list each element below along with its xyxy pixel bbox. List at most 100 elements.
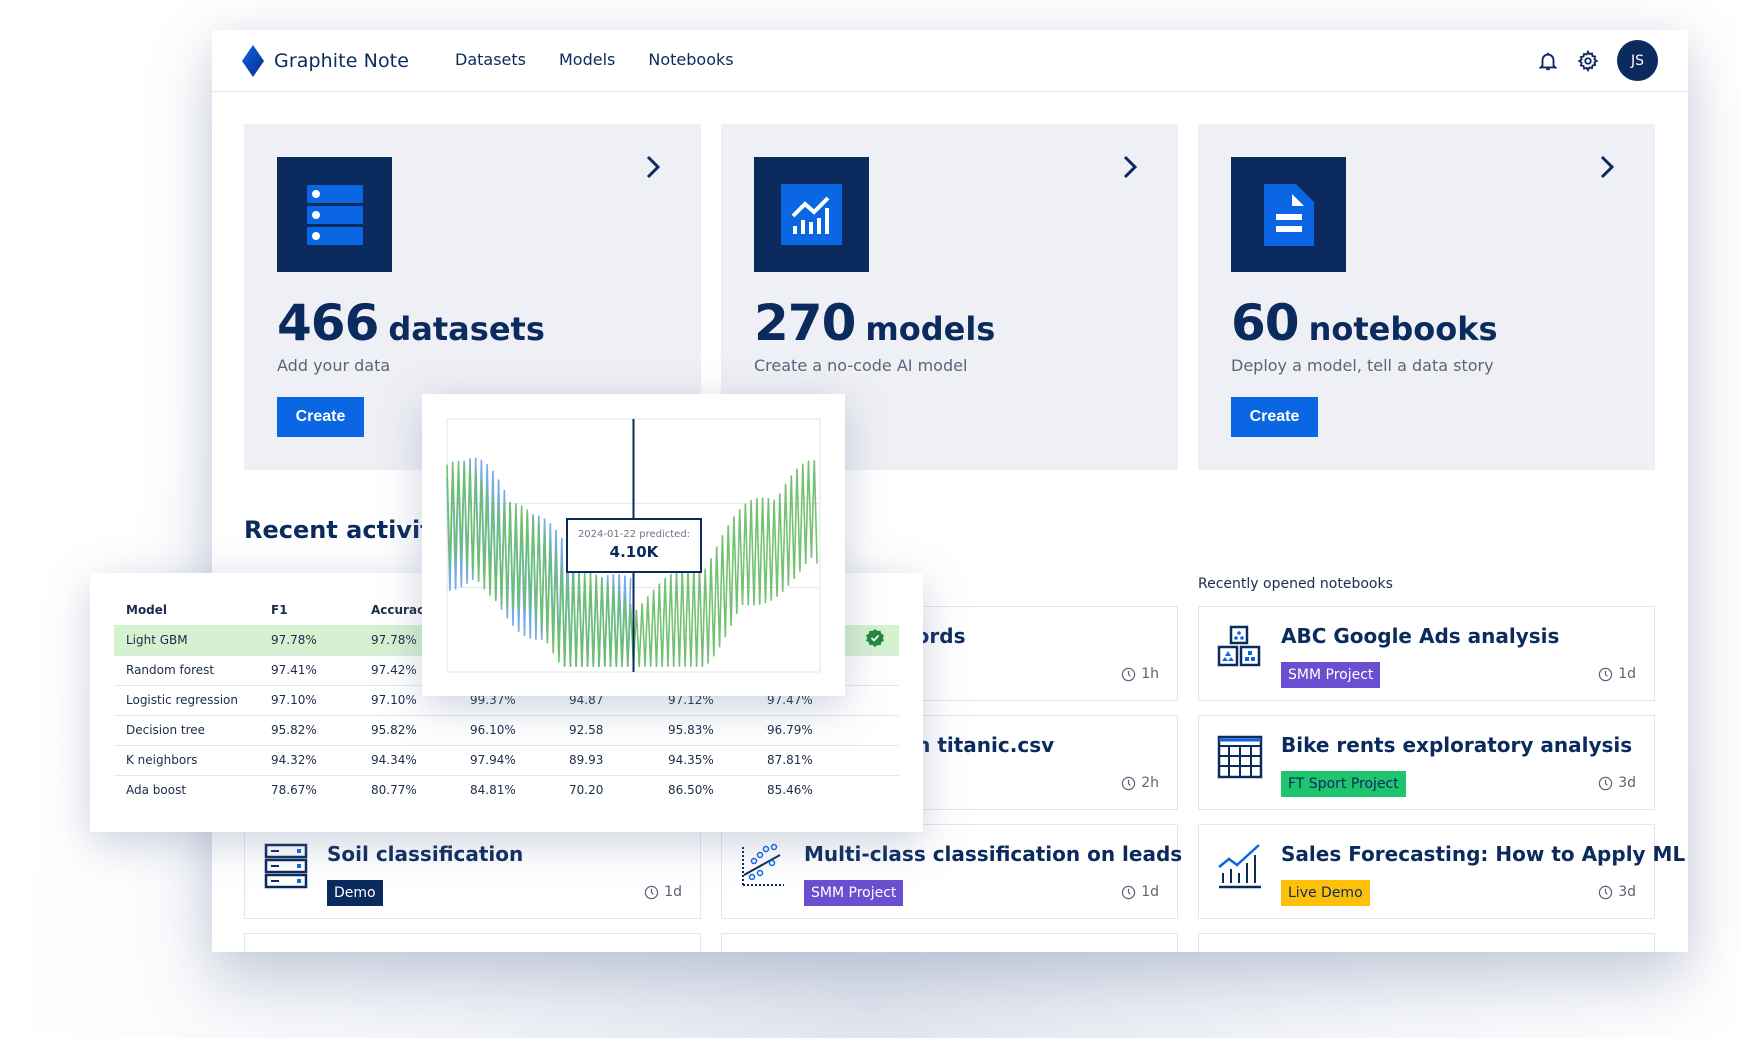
card-subtitle: Add your data <box>277 356 391 375</box>
card-subtitle: Deploy a model, tell a data story <box>1231 356 1494 375</box>
list-item[interactable] <box>1198 933 1655 952</box>
list-item[interactable]: Soil classification Demo 1d <box>244 824 701 919</box>
notebooks-card[interactable]: 60 notebooks Deploy a model, tell a data… <box>1198 124 1655 470</box>
metric-cell: 97.78% <box>259 625 359 655</box>
clock-icon <box>1599 885 1613 899</box>
count-unit: datasets <box>388 310 545 348</box>
notebooks-icon-box <box>1231 157 1346 272</box>
project-tag[interactable]: Live Demo <box>1281 880 1370 906</box>
metric-cell: 97.41% <box>259 654 359 685</box>
metric-cell: 89.93 <box>557 744 656 775</box>
clock-icon <box>1599 667 1613 681</box>
nav-notebooks[interactable]: Notebooks <box>648 50 733 69</box>
list-item[interactable] <box>244 933 701 952</box>
logo[interactable]: Graphite Note <box>242 45 409 77</box>
growth-bars-icon <box>1218 844 1261 889</box>
item-title: Soil classification <box>327 842 524 866</box>
status-cell <box>854 654 899 685</box>
card-subtitle: Create a no-code AI model <box>754 356 968 375</box>
datasets-count: 466 datasets <box>277 294 545 352</box>
metric-cell: 84.81% <box>458 774 557 805</box>
clock-icon <box>1122 776 1136 790</box>
server-icon <box>264 843 308 889</box>
clock-icon <box>1122 885 1136 899</box>
item-time: 1h <box>1121 666 1159 682</box>
gear-icon[interactable] <box>1577 49 1599 72</box>
create-notebook-button[interactable]: Create <box>1231 397 1318 437</box>
metric-cell: 80.77% <box>359 774 458 805</box>
header-model[interactable]: Model <box>114 595 259 625</box>
tooltip-value: 4.10K <box>609 543 659 561</box>
chevron-right-icon[interactable] <box>1597 154 1617 180</box>
chevron-right-icon[interactable] <box>1120 154 1140 180</box>
list-item[interactable]: Bike rents exploratory analysis FT Sport… <box>1198 715 1655 810</box>
time-label: 1d <box>664 884 682 900</box>
metric-cell: 97.94% <box>458 744 557 775</box>
metric-cell: 70.20 <box>557 774 656 805</box>
clock-icon <box>645 885 659 899</box>
project-tag[interactable]: SMM Project <box>1281 662 1381 688</box>
list-item[interactable]: Multi-class classification on leads SMM … <box>721 824 1182 919</box>
database-icon <box>306 184 363 245</box>
list-item[interactable]: ABC Google Ads analysis SMM Project 1d <box>1198 606 1655 701</box>
item-time: 1d <box>644 884 682 900</box>
status-cell <box>854 774 899 805</box>
nav-models[interactable]: Models <box>559 50 615 69</box>
model-name-cell: K neighbors <box>114 744 259 775</box>
table-row[interactable]: Decision tree 95.82% 95.82% 96.10% 92.58 95.8… <box>114 714 899 745</box>
models-icon-box <box>754 157 869 272</box>
metric-cell: 87.81% <box>755 744 854 775</box>
item-time: 3d <box>1598 884 1636 900</box>
main-nav: Datasets Models Notebooks <box>455 50 734 69</box>
status-cell <box>854 744 899 775</box>
chevron-right-icon[interactable] <box>643 154 663 180</box>
model-name-cell: Ada boost <box>114 774 259 805</box>
time-label: 1d <box>1141 884 1159 900</box>
project-tag[interactable]: FT Sport Project <box>1281 771 1406 797</box>
clock-icon <box>1599 776 1613 790</box>
metric-cell: 95.82% <box>359 714 458 745</box>
count-number: 270 <box>754 294 856 352</box>
metric-cell: 85.46% <box>755 774 854 805</box>
user-avatar[interactable]: JS <box>1617 40 1658 81</box>
metric-cell: 92.58 <box>557 714 656 745</box>
header-f1[interactable]: F1 <box>259 595 359 625</box>
model-name-cell: Random forest <box>114 654 259 685</box>
project-tag[interactable]: Demo <box>327 880 383 906</box>
count-unit: notebooks <box>1308 310 1498 348</box>
forecast-chart-card: 2024-01-22 predicted: 4.10K <box>422 394 845 696</box>
datasets-icon-box <box>277 157 392 272</box>
metric-cell: 94.35% <box>656 744 755 775</box>
create-dataset-button[interactable]: Create <box>277 397 364 437</box>
project-tag[interactable]: SMM Project <box>804 880 904 906</box>
document-icon <box>1263 183 1314 246</box>
time-label: 3d <box>1618 775 1636 791</box>
metric-cell: 94.32% <box>259 744 359 775</box>
status-cell <box>854 625 899 655</box>
bell-icon[interactable] <box>1537 50 1559 72</box>
recent-notebooks-label: Recently opened notebooks <box>1198 576 1393 592</box>
models-count: 270 models <box>754 294 995 352</box>
recent-activity-heading: Recent activity <box>244 516 448 544</box>
table-row[interactable]: K neighbors 94.32% 94.34% 97.94% 89.93 94.35%… <box>114 744 899 775</box>
nav-datasets[interactable]: Datasets <box>455 50 526 69</box>
metric-cell: 95.83% <box>656 714 755 745</box>
status-cell <box>854 684 899 715</box>
table-grid-icon <box>1217 735 1263 779</box>
model-name-cell: Light GBM <box>114 625 259 655</box>
metric-cell: 96.79% <box>755 714 854 745</box>
metric-cell: 86.50% <box>656 774 755 805</box>
time-label: 1d <box>1618 666 1636 682</box>
table-row[interactable]: Ada boost 78.67% 80.77% 84.81% 70.20 86.50% 85… <box>114 774 899 805</box>
metric-cell: 78.67% <box>259 774 359 805</box>
list-item[interactable] <box>721 933 1178 952</box>
list-item[interactable]: Sales Forecasting: How to Apply ML Live … <box>1198 824 1685 919</box>
item-time: 1d <box>1121 884 1159 900</box>
model-name-cell: Logistic regression <box>114 684 259 715</box>
model-name-cell: Decision tree <box>114 714 259 745</box>
item-title: Bike rents exploratory analysis <box>1281 733 1633 757</box>
metric-cell: 94.34% <box>359 744 458 775</box>
item-time: 2h <box>1121 775 1159 791</box>
time-label: 3d <box>1618 884 1636 900</box>
item-time: 1d <box>1598 666 1636 682</box>
